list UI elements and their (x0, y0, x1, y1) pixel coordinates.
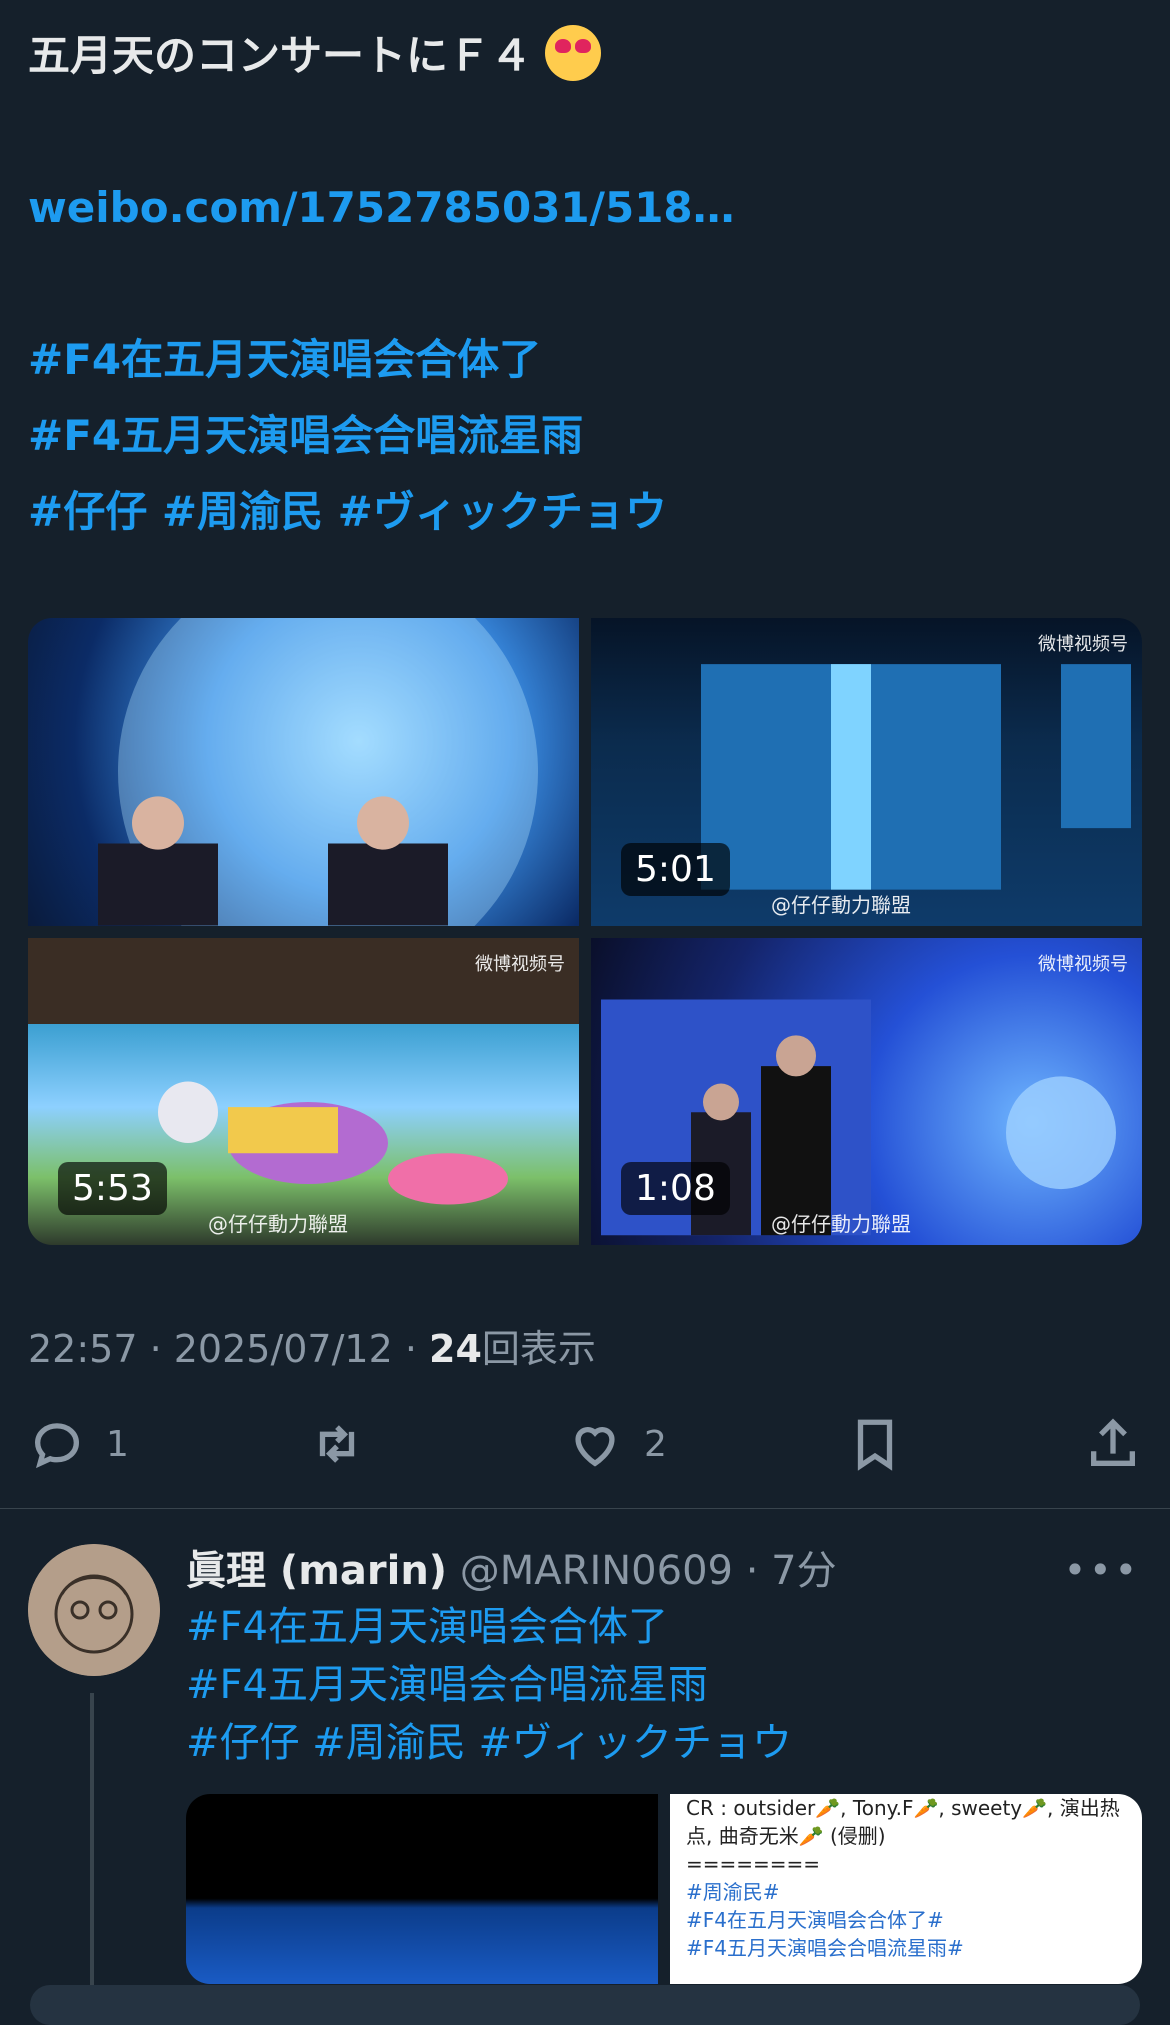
reply-header: 眞理 (marin) @MARIN0609 · 7分 (186, 1538, 837, 1596)
reply-icon (35, 1423, 79, 1469)
media-grid: 微博视频号 5:01 @仔仔動力聯盟 微博视频号 5:53 @仔仔動力聯盟 微博… (28, 618, 1142, 1245)
video-duration: 1:08 (621, 1162, 730, 1215)
divider (0, 1508, 1170, 1509)
share-icon (1091, 1418, 1135, 1466)
tweet-detail-screen: 五月天のコンサートにＦ４ weibo.com/1752785031/518… #… (0, 0, 1170, 2025)
retweet-icon (320, 1425, 355, 1463)
reply-media-text-line: 点, 曲奇无米🥕 (侵删) (686, 1824, 886, 1848)
more-options-icon[interactable]: ••• (1064, 1548, 1140, 1592)
reply-media-text-line: #F4在五月天演唱会合体了# (686, 1908, 944, 1932)
reply-count: 1 (106, 1423, 129, 1465)
video-duration: 5:53 (58, 1162, 167, 1215)
thread-line (90, 1693, 94, 1993)
views-count: 24 (429, 1327, 482, 1371)
weibo-link[interactable]: weibo.com/1752785031/518… (28, 183, 735, 232)
video-watermark: @仔仔動力聯盟 (771, 892, 911, 917)
tweet-title-line: 五月天のコンサートにＦ４ (28, 18, 1138, 94)
reply-text: #F4在五月天演唱会合体了 #F4五月天演唱会合唱流星雨 #仔仔 #周渝民 #ヴ… (186, 1598, 792, 1772)
media-item-1[interactable] (28, 618, 579, 926)
views-label: 回表示 (481, 1327, 596, 1371)
tweet-text: 五月天のコンサートにＦ４ weibo.com/1752785031/518… #… (28, 18, 1138, 550)
avatar[interactable] (28, 1544, 160, 1676)
reply-media-image-1[interactable] (186, 1794, 658, 1984)
reply-handle-time[interactable]: @MARIN0609 · 7分 (460, 1548, 837, 1594)
bookmark-icon (858, 1419, 893, 1471)
hashtag-line-2[interactable]: #F4五月天演唱会合唱流星雨 (28, 411, 583, 460)
reply-media-image-2[interactable]: CR : outsider🥕, Tony.F🥕, sweety🥕, 演出热 点,… (670, 1794, 1142, 1984)
weibo-corner-watermark: 微博视频号 (1038, 634, 1128, 655)
reply-hashtag-line-1[interactable]: #F4在五月天演唱会合体了 (186, 1604, 668, 1650)
media-item-4[interactable]: 微博视频号 1:08 @仔仔動力聯盟 (591, 937, 1142, 1245)
heart-eyes-emoji-icon (545, 24, 602, 81)
avatar-illustration (28, 1544, 160, 1676)
video-duration: 5:01 (621, 842, 730, 896)
media-item-2[interactable]: 微博视频号 5:01 @仔仔動力聯盟 (591, 618, 1142, 926)
reply-author-name[interactable]: 眞理 (marin) (186, 1548, 447, 1594)
tweet-meta: 22:57 · 2025/07/12 · 24回表示 (28, 1318, 596, 1373)
hashtag-line-3[interactable]: #仔仔 #周渝民 #ヴィックチョウ (28, 487, 667, 536)
weibo-corner-watermark: 微博视频号 (1038, 953, 1128, 975)
reply-hashtag-line-3[interactable]: #仔仔 #周渝民 #ヴィックチョウ (186, 1720, 792, 1766)
hashtag-line-1[interactable]: #F4在五月天演唱会合体了 (28, 335, 541, 384)
concert-image-1 (98, 618, 538, 926)
reply-media-text-line: CR : outsider🥕, Tony.F🥕, sweety🥕, 演出热 (686, 1796, 1120, 1820)
reply-media-text-line: #F4五月天演唱会合唱流星雨# (686, 1936, 964, 1960)
reply-tweet[interactable]: 眞理 (marin) @MARIN0609 · 7分 ••• #F4在五月天演唱… (0, 1528, 1170, 2003)
retweet-button[interactable] (308, 1415, 386, 1473)
media-item-3[interactable]: 微博视频号 5:53 @仔仔動力聯盟 (28, 937, 579, 1245)
share-button[interactable] (1084, 1415, 1142, 1473)
like-count: 2 (644, 1423, 667, 1465)
action-bar: 1 2 (28, 1408, 1142, 1480)
tweet-timestamp: 22:57 · 2025/07/12 · (28, 1327, 430, 1371)
video-watermark: @仔仔動力聯盟 (208, 1212, 348, 1236)
heart-icon (575, 1426, 615, 1467)
video-watermark: @仔仔動力聯盟 (771, 1212, 911, 1236)
reply-media[interactable]: CR : outsider🥕, Tony.F🥕, sweety🥕, 演出热 点,… (186, 1794, 1142, 1984)
reply-compose-bar[interactable] (30, 1985, 1140, 2025)
like-button[interactable]: 2 (566, 1415, 667, 1473)
reply-media-text-line: #周渝民# (686, 1880, 780, 1904)
reply-hashtag-line-2[interactable]: #F4五月天演唱会合唱流星雨 (186, 1662, 708, 1708)
reply-button[interactable]: 1 (28, 1415, 129, 1473)
bookmark-button[interactable] (846, 1415, 904, 1473)
tweet-title: 五月天のコンサートにＦ４ (28, 31, 533, 80)
reply-media-text-line: ======== (686, 1852, 821, 1876)
weibo-corner-watermark: 微博视频号 (475, 953, 565, 975)
